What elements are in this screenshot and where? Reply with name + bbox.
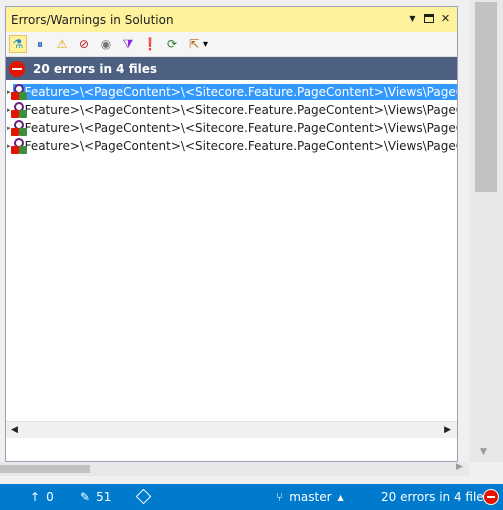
window-dropdown-icon[interactable]: ▼ <box>407 14 418 23</box>
list-item[interactable]: ▸ <Feature>\<PageContent>\<Sitecore.Feat… <box>6 119 457 137</box>
flask-icon[interactable]: ⚗ <box>9 35 27 53</box>
export-icon[interactable]: ⇱ <box>185 35 203 53</box>
expand-icon[interactable]: ▸ <box>7 124 11 132</box>
refresh-icon[interactable]: ⟳ <box>163 35 181 53</box>
incoming-count: 0 <box>46 490 54 504</box>
list-item-label: <Feature>\<PageContent>\<Sitecore.Featur… <box>14 103 457 117</box>
editor-vertical-scroll-thumb[interactable] <box>475 2 497 192</box>
list-item[interactable]: ▸ <Feature>\<PageContent>\<Sitecore.Feat… <box>6 83 457 101</box>
status-bar: ↑ 0 ✎ 51 ⑂ master ▲ 20 errors in 4 files <box>0 484 503 510</box>
branch-icon: ⑂ <box>276 490 284 504</box>
error-icon <box>9 60 25 77</box>
expand-icon[interactable]: ▸ <box>7 142 11 150</box>
error-group-icon[interactable]: ❗ <box>141 35 159 53</box>
error-summary-text: 20 errors in 4 files <box>33 61 157 76</box>
error-icon[interactable] <box>483 489 499 505</box>
incoming-commits[interactable]: ↑ 0 <box>30 490 54 504</box>
list-horizontal-scrollbar[interactable]: ◀ ▶ <box>6 421 457 438</box>
tool-window-titlebar[interactable]: Errors/Warnings in Solution ▼ ✕ <box>6 7 457 32</box>
maximize-icon[interactable] <box>424 14 434 23</box>
pending-changes[interactable]: ✎ 51 <box>80 490 111 504</box>
tool-window-title: Errors/Warnings in Solution <box>11 13 174 27</box>
editor-horizontal-scroll-thumb[interactable] <box>0 465 90 473</box>
scroll-right-arrow-icon[interactable]: ▶ <box>444 425 451 435</box>
git-icon <box>135 488 152 505</box>
scroll-down-arrow-icon[interactable]: ▼ <box>480 447 487 457</box>
list-item-label: <Feature>\<PageContent>\<Sitecore.Featur… <box>14 139 457 153</box>
branch-caret-icon: ▲ <box>337 492 344 502</box>
list-item[interactable]: ▸ <Feature>\<PageContent>\<Sitecore.Feat… <box>6 137 457 155</box>
pause-icon[interactable]: ⏸ <box>31 35 49 53</box>
close-icon[interactable]: ✕ <box>440 12 451 25</box>
eye-icon[interactable]: ◉ <box>97 35 115 53</box>
toolbar: ⚗ ⏸ ⚠ ⊘ ◉ ⧩ ❗ ⟳ ⇱ ▾ <box>6 32 457 57</box>
eye-strike-icon[interactable]: ⊘ <box>75 35 93 53</box>
branch-name: master <box>289 490 332 504</box>
list-item-label: <Feature>\<PageContent>\<Sitecore.Featur… <box>12 84 457 100</box>
git-repo-button[interactable] <box>135 488 152 505</box>
branch-selector[interactable]: ⑂ master ▲ <box>276 490 344 504</box>
editor-horizontal-scrollbar[interactable]: ▶ <box>0 462 469 476</box>
changes-count: 51 <box>96 490 112 504</box>
export-dropdown-icon[interactable]: ▾ <box>203 39 208 50</box>
status-errors-text: 20 errors in 4 files <box>381 490 490 504</box>
list-item[interactable]: ▸ <Feature>\<PageContent>\<Sitecore.Feat… <box>6 101 457 119</box>
list-item-label: <Feature>\<PageContent>\<Sitecore.Featur… <box>14 121 457 135</box>
up-arrow-icon: ↑ <box>30 490 41 504</box>
errors-warnings-tool-window: Errors/Warnings in Solution ▼ ✕ ⚗ ⏸ ⚠ ⊘ … <box>5 6 458 462</box>
pencil-icon: ✎ <box>80 490 91 504</box>
status-errors[interactable]: 20 errors in 4 files <box>381 490 490 504</box>
filter-icon[interactable]: ⧩ <box>119 35 137 53</box>
error-summary-banner: 20 errors in 4 files <box>6 57 457 80</box>
warning-icon[interactable]: ⚠ <box>53 35 71 53</box>
error-file-list: ▸ <Feature>\<PageContent>\<Sitecore.Feat… <box>6 80 457 438</box>
scroll-right-arrow-icon[interactable]: ▶ <box>456 462 463 472</box>
expand-icon[interactable]: ▸ <box>7 106 11 114</box>
scroll-left-arrow-icon[interactable]: ◀ <box>11 425 18 435</box>
expand-icon[interactable]: ▸ <box>7 88 11 96</box>
editor-vertical-scrollbar[interactable]: ▼ <box>469 0 503 462</box>
